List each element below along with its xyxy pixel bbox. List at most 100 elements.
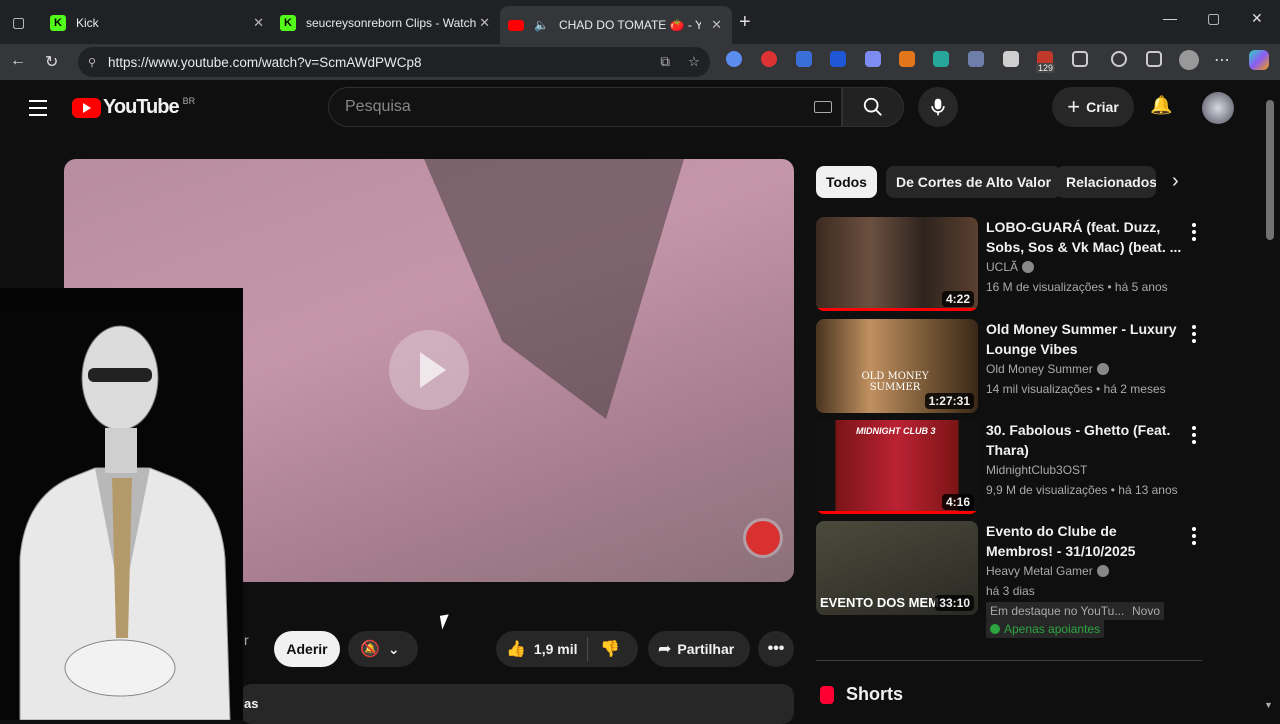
install-app-icon[interactable]: ⧉ [660,54,670,70]
country-code: BR [182,96,196,106]
partial-channel-text: r [244,632,249,648]
video-thumbnail[interactable]: EVENTO DOS MEM 33:10 [816,521,978,615]
reload-icon[interactable]: ↻ [45,52,58,72]
thumbnail-overlay-text: EVENTO DOS MEM [820,595,939,610]
tab-kick[interactable]: K Kick ✕ [44,8,272,38]
speaker-icon[interactable]: 🔈 [534,18,549,32]
members-only-badge: Apenas apoiantes [986,620,1105,638]
channel-name[interactable]: MidnightClub3OST [986,463,1087,477]
video-title[interactable]: LOBO-GUARÁ (feat. Duzz, Sobs, Sos & Vk M… [986,217,1182,257]
create-button[interactable]: + Criar [1052,87,1134,127]
tab-title: Kick [76,16,99,30]
close-icon[interactable]: ✕ [711,17,722,33]
description-text: as [244,696,259,711]
share-icon: ➦ [658,641,672,658]
chip-all[interactable]: Todos [816,166,877,198]
list-item[interactable]: EVENTO DOS MEM 33:10 Evento do Clube de … [816,521,1206,641]
record-indicator [746,521,780,555]
tab-kick-clips[interactable]: K seucreysonreborn Clips - Watch L ✕ [276,8,498,38]
extension-red-icon[interactable] [761,51,777,67]
duration: 1:27:31 [924,393,974,409]
scrollbar[interactable] [1266,100,1274,240]
more-options-icon[interactable] [1192,223,1196,244]
scroll-down-icon[interactable]: ▼ [1264,700,1273,710]
like-button[interactable]: 👍 1,9 mil [496,637,588,661]
notification-bell-button[interactable]: 🔕 ⌄ [348,631,418,667]
back-icon[interactable]: ← [10,52,26,70]
watched-progress [816,511,978,514]
play-icon[interactable] [389,330,469,410]
more-options-icon[interactable] [1192,426,1196,447]
tab-youtube-active[interactable]: 🔈 CHAD DO TOMATE 🍅 - You ✕ [500,6,732,44]
account-avatar[interactable] [1202,92,1234,124]
tab-title: seucreysonreborn Clips - Watch L [306,16,476,30]
channel-name[interactable]: Old Money Summer [986,362,1109,376]
list-item[interactable]: MIDNIGHT CLUB 3 4:16 30. Fabolous - Ghet… [816,420,1206,516]
search-button[interactable] [842,87,904,127]
more-options-icon[interactable] [1192,527,1196,548]
video-meta: há 3 dias [986,584,1035,598]
kick-icon: K [280,15,296,31]
video-title[interactable]: Old Money Summer - Luxury Lounge Vibes [986,319,1182,359]
profile-avatar[interactable] [1179,50,1199,70]
maximize-icon[interactable]: ▢ [1207,10,1220,27]
thumbs-up-icon: 👍 [506,641,526,658]
share-label: Partilhar [677,641,735,657]
extension-shield-icon[interactable] [830,51,846,67]
extensions-puzzle-icon[interactable] [1072,51,1088,67]
description-box[interactable]: as [240,684,794,724]
video-thumbnail[interactable]: OLD MONEY SUMMER 1:27:31 [816,319,978,413]
video-thumbnail[interactable]: 4:22 [816,217,978,311]
menu-icon[interactable] [29,100,47,121]
members-label: Apenas apoiantes [1004,622,1101,636]
video-meta: 14 mil visualizações • há 2 meses [986,382,1166,396]
share-button[interactable]: ➦ Partilhar [648,631,750,667]
address-bar[interactable]: ⚲ https://www.youtube.com/watch?v=ScmAWd… [78,47,710,77]
extension-search-icon[interactable] [726,51,742,67]
voice-search-button[interactable] [918,87,958,127]
extension-fox-icon[interactable] [899,51,915,67]
extension-ghost-icon[interactable] [865,51,881,67]
search-icon [863,97,882,116]
favorites-icon[interactable] [1146,51,1162,67]
tab-title: CHAD DO TOMATE 🍅 - You [558,18,701,32]
extension-screen-icon[interactable] [968,51,984,67]
close-icon[interactable]: ✕ [479,15,490,31]
copilot-icon[interactable] [1249,50,1269,70]
site-info-icon[interactable]: ⚲ [88,56,96,69]
minimize-icon[interactable]: — [1163,10,1177,26]
close-icon[interactable]: ✕ [253,15,264,31]
list-item[interactable]: OLD MONEY SUMMER 1:27:31 Old Money Summe… [816,319,1206,415]
url-text: https://www.youtube.com/watch?v=ScmAWdPW… [108,54,422,70]
new-tab-icon[interactable]: + [739,11,751,34]
chevron-right-icon[interactable]: › [1172,170,1179,193]
tab-actions-icon[interactable]: ▢ [12,14,25,31]
thumbs-down-icon[interactable]: 👎 [600,639,620,659]
chip-cortes[interactable]: De Cortes de Alto Valor [886,166,1062,198]
channel-name[interactable]: UCLÃ [986,260,1035,274]
extension-grid-icon[interactable] [1003,51,1019,67]
video-title[interactable]: 30. Fabolous - Ghetto (Feat. Thara) [986,420,1182,460]
chip-related[interactable]: Relacionados [1056,166,1156,198]
youtube-logo[interactable]: YouTube BR [72,96,195,119]
bookmark-star-icon[interactable]: ☆ [688,54,700,70]
extension-wave-icon[interactable] [796,51,812,67]
search-input[interactable]: Pesquisa [328,87,842,127]
video-title[interactable]: Evento do Clube de Membros! - 31/10/2025 [986,521,1182,561]
more-options-icon[interactable] [1192,325,1196,346]
extension-tool-icon[interactable] [933,51,949,67]
video-thumbnail[interactable]: MIDNIGHT CLUB 3 4:16 [816,420,978,514]
logo-text: YouTube [103,96,180,118]
join-button[interactable]: Aderir [274,631,340,667]
more-menu-icon[interactable]: ⋯ [1214,50,1230,70]
channel-text: Heavy Metal Gamer [986,564,1093,578]
verified-icon [1096,363,1109,375]
channel-name[interactable]: Heavy Metal Gamer [986,564,1109,578]
channel-text: UCLÃ [986,260,1019,274]
list-item[interactable]: 4:22 LOBO-GUARÁ (feat. Duzz, Sobs, Sos &… [816,217,1206,313]
performance-icon[interactable] [1111,51,1127,67]
notifications-bell-icon[interactable]: 🔔 [1150,95,1172,116]
more-actions-button[interactable]: ••• [758,631,794,667]
keyboard-icon[interactable] [814,101,832,113]
close-window-icon[interactable]: ✕ [1251,10,1263,27]
